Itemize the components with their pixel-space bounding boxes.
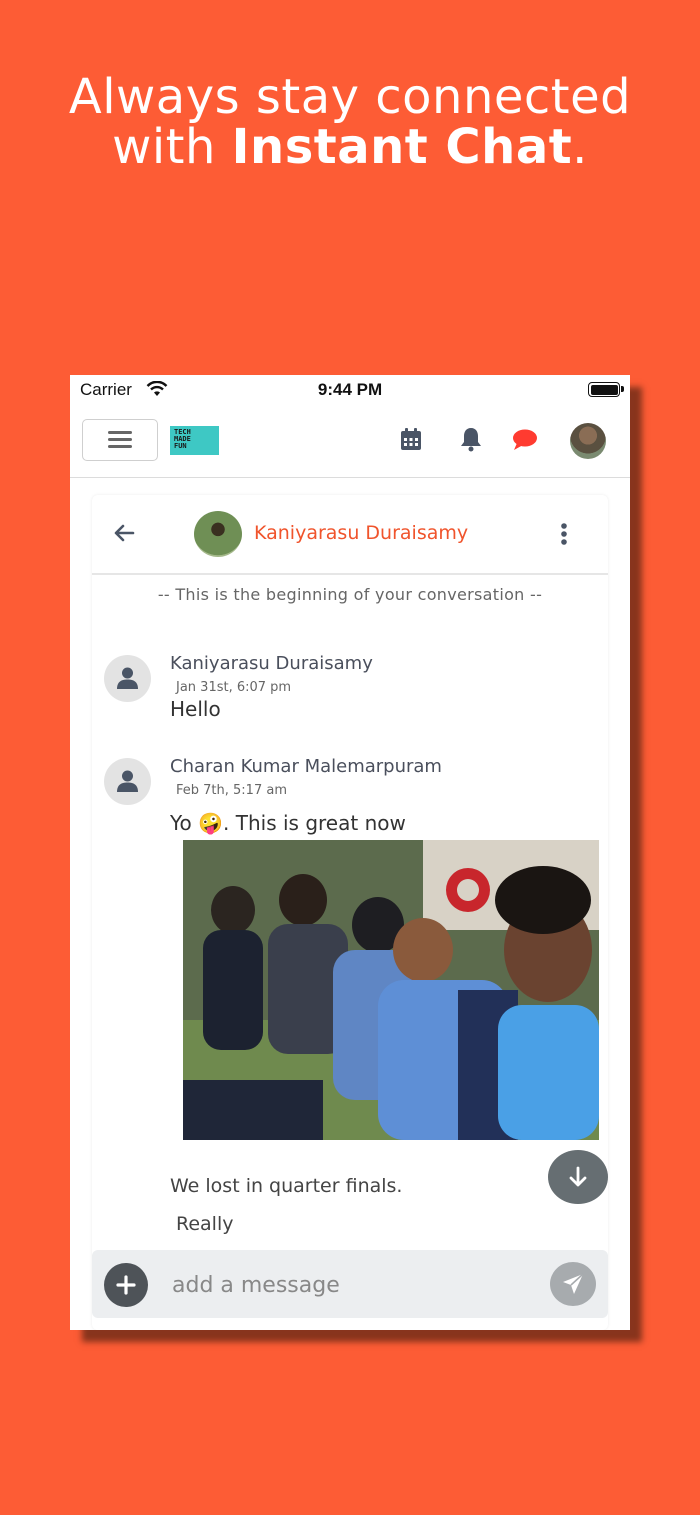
- message-sender: Kaniyarasu Duraisamy: [170, 653, 373, 674]
- more-options-icon[interactable]: [560, 522, 568, 546]
- bell-icon[interactable]: [457, 425, 485, 453]
- headline-line-2: with Instant Chat.: [0, 122, 700, 172]
- person-icon: [117, 770, 138, 792]
- sender-avatar: [104, 655, 151, 702]
- contact-name[interactable]: Kaniyarasu Duraisamy: [254, 522, 468, 544]
- back-arrow-icon[interactable]: [112, 521, 136, 545]
- conversation-start-notice: -- This is the beginning of your convers…: [157, 585, 543, 604]
- calendar-icon[interactable]: [397, 425, 425, 453]
- send-icon: [563, 1273, 584, 1294]
- chat-header: Kaniyarasu Duraisamy: [92, 495, 608, 575]
- message-text: Yo 🤪. This is great now: [170, 811, 406, 835]
- message-text: Really: [176, 1213, 234, 1235]
- photo-content: [183, 840, 599, 1140]
- headline-bold: Instant Chat: [231, 119, 573, 175]
- message-composer: [92, 1250, 608, 1318]
- person-icon: [117, 667, 138, 689]
- headline-suffix: .: [572, 119, 588, 175]
- user-avatar[interactable]: [570, 423, 606, 459]
- message-timestamp: Jan 31st, 6:07 pm: [176, 680, 292, 695]
- message-text: Hello: [170, 697, 221, 721]
- message-timestamp: Feb 7th, 5:17 am: [176, 783, 287, 798]
- battery-icon: [588, 382, 624, 397]
- promo-headline: Always stay connected with Instant Chat.: [0, 72, 700, 172]
- send-button[interactable]: [550, 1262, 596, 1306]
- status-bar: Carrier 9:44 PM: [70, 375, 630, 405]
- message-input[interactable]: [170, 1266, 534, 1304]
- top-navbar: TECH MADE FUN: [70, 405, 630, 478]
- scroll-to-bottom-button[interactable]: [548, 1150, 608, 1204]
- clock: 9:44 PM: [317, 380, 383, 399]
- headline-line-1: Always stay connected: [68, 69, 632, 125]
- chat-panel: Kaniyarasu Duraisamy -- This is the begi…: [92, 495, 608, 1330]
- plus-icon: [116, 1275, 136, 1295]
- sender-avatar: [104, 758, 151, 805]
- chat-bubble-icon[interactable]: [511, 425, 539, 453]
- menu-button[interactable]: [82, 419, 158, 461]
- add-attachment-button[interactable]: [104, 1263, 148, 1307]
- arrow-down-icon: [569, 1166, 587, 1187]
- message-sender: Charan Kumar Malemarpuram: [170, 756, 442, 777]
- brand-logo[interactable]: TECH MADE FUN: [170, 426, 219, 455]
- contact-avatar[interactable]: [194, 511, 242, 557]
- phone-screen: Carrier 9:44 PM TECH MADE FUN Kaniyarasu…: [70, 375, 630, 1330]
- message-text: We lost in quarter finals.: [170, 1175, 403, 1197]
- headline-prefix: with: [112, 119, 232, 175]
- shared-photo[interactable]: [183, 840, 599, 1140]
